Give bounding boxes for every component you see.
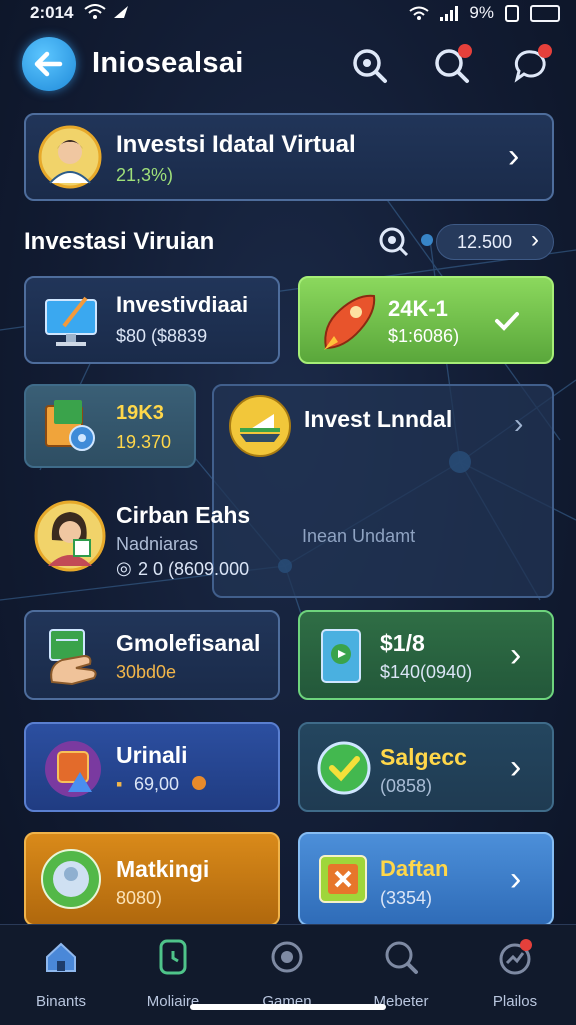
battery-icon: [505, 5, 519, 22]
hand-cash-icon: [49, 629, 97, 686]
card-title: 19K3: [116, 402, 164, 424]
messages-button[interactable]: [512, 44, 552, 86]
notification-icon: [114, 6, 128, 18]
avatar: [38, 125, 102, 189]
nav-tab-search[interactable]: Mebeter: [346, 937, 456, 1010]
avatar: [34, 500, 106, 572]
card-title: $1/8: [380, 630, 425, 656]
coin-icon: ▪: [116, 774, 123, 794]
refresh-icon[interactable]: [374, 222, 410, 258]
search-button[interactable]: [350, 46, 390, 86]
investment-card[interactable]: Urinali ▪ 69,00: [24, 722, 280, 812]
shield-icon: [45, 741, 101, 797]
investment-card[interactable]: Matkingi 8080): [24, 832, 280, 926]
chevron-right-icon: ›: [510, 748, 522, 786]
card-title: Daftan: [380, 856, 449, 881]
notification-dot: [538, 44, 552, 58]
nav-tab-home[interactable]: Binants: [6, 937, 116, 1010]
card-title: Matkingi: [116, 856, 210, 882]
wifi-icon: [409, 6, 430, 20]
chevron-right-icon: ›: [508, 137, 520, 175]
chart-icon: [499, 939, 532, 975]
search-icon: [353, 49, 387, 83]
status-time: 2:014: [30, 3, 74, 22]
investment-card[interactable]: 19K3 19.370: [24, 384, 196, 468]
card-title: Gmolefisanal: [116, 630, 261, 656]
status-bar: 2:014 9%: [0, 0, 576, 26]
nav-tab-profile[interactable]: Plailos: [460, 937, 570, 1010]
card-title: Invest Lnndal: [304, 406, 453, 432]
section-title: Investasi Viruian: [24, 228, 215, 255]
ship-icon: [229, 395, 291, 457]
app-bar: Iniosealsai: [0, 36, 576, 96]
balance-pill[interactable]: 12.500 ›: [436, 224, 554, 260]
search-icon: [385, 941, 418, 974]
person-amount: 2 0 (8609.000: [138, 559, 250, 579]
notification-dot: [458, 44, 472, 58]
card-title: Investivdiaai: [116, 292, 249, 317]
back-button[interactable]: [22, 37, 76, 91]
documents-icon: [45, 400, 95, 451]
card-subtitle: $1:6086): [388, 326, 460, 346]
card-subtitle: (0858): [380, 776, 433, 796]
card-title: Urinali: [116, 742, 188, 768]
rocket-icon: [324, 294, 376, 350]
nav-tab-mobile[interactable]: Moliaire: [118, 937, 228, 1010]
search-alert-button[interactable]: [432, 44, 472, 86]
wifi-icon: [84, 4, 106, 19]
home-icon: [46, 942, 76, 972]
balance-value: 12.500: [457, 232, 513, 252]
investment-card[interactable]: Salgecc (0858) ›: [298, 722, 554, 812]
nav-tab-games[interactable]: Gamen: [232, 937, 342, 1010]
card-subtitle: 19.370: [116, 432, 172, 452]
battery-outline: [530, 4, 560, 22]
card-subtitle: 30bd0e: [116, 662, 177, 682]
check-icon: [495, 312, 519, 331]
profile-card[interactable]: Investsi Idatal Virtual 21,3%) ›: [24, 113, 554, 201]
card-subtitle: (3354): [380, 888, 433, 908]
card-title: 24K-1: [388, 296, 448, 321]
home-indicator[interactable]: [190, 1004, 386, 1010]
card-title: Salgecc: [380, 744, 467, 770]
person-role: Nadniaras: [116, 534, 199, 554]
chevron-right-icon: ›: [510, 860, 522, 898]
investment-card[interactable]: Investivdiaai $80 ($8839: [24, 276, 280, 364]
monitor-icon: [45, 296, 97, 346]
card-subtitle: $80 ($8839: [116, 326, 208, 346]
calculator-icon: [319, 855, 367, 903]
featured-investment-panel[interactable]: Invest Lnndal › Inean Undamt: [212, 384, 554, 598]
person-name: Cirban Eahs: [116, 502, 251, 528]
arrow-left-icon: [34, 51, 63, 77]
card-subtitle: 8080): [116, 888, 163, 908]
investment-card[interactable]: Gmolefisanal 30bd0e: [24, 610, 280, 700]
chevron-right-icon: ›: [531, 226, 539, 253]
profile-card-title: Investsi Idatal Virtual: [116, 131, 356, 158]
globe-icon: [41, 849, 101, 909]
check-circle-icon: [317, 741, 371, 795]
tablet-icon: [321, 629, 361, 683]
investment-card[interactable]: $1/8 $140(0940) ›: [298, 610, 554, 700]
app-title: Iniosealsai: [92, 47, 244, 79]
gamepad-icon: [271, 941, 303, 973]
chevron-right-icon: ›: [514, 408, 524, 439]
network-label: Inean Undamt: [302, 526, 416, 546]
coin-icon: [192, 776, 206, 790]
investment-card-highlight[interactable]: 24K-1 $1:6086): [298, 276, 554, 364]
card-subtitle: 69,00: [134, 774, 180, 794]
profile-card-value: 21,3%): [116, 165, 174, 185]
nav-label: Plailos: [492, 993, 538, 1010]
nav-label: Binants: [35, 993, 87, 1010]
chevron-right-icon: ›: [510, 636, 522, 674]
clock-icon: [159, 939, 187, 975]
card-subtitle: $140(0940): [380, 662, 473, 682]
coin-icon: ◎: [116, 558, 132, 578]
battery-percent: 9%: [469, 3, 494, 22]
investment-card[interactable]: Daftan (3354) ›: [298, 832, 554, 926]
signal-icon: [440, 5, 459, 21]
